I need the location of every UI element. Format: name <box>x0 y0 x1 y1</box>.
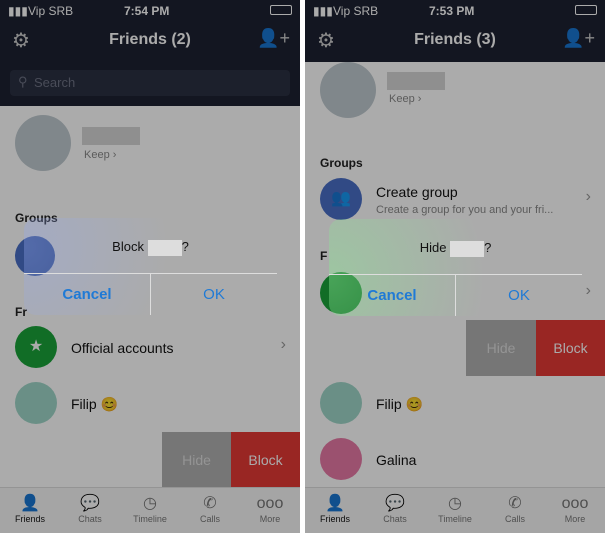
block-dialog: Block ? Cancel OK <box>24 218 277 315</box>
screen-block: ▮▮▮ Vip SRB 7:54 PM ⚙ Friends (2) 👤+ ⚲ S… <box>0 0 300 533</box>
ok-button[interactable]: OK <box>151 274 277 315</box>
blurred-name <box>450 240 485 257</box>
hide-dialog: Hide ? Cancel OK <box>329 219 582 316</box>
dialog-message: Hide ? <box>329 219 582 274</box>
ok-button[interactable]: OK <box>456 275 582 316</box>
cancel-button[interactable]: Cancel <box>329 275 456 316</box>
blurred-name <box>147 239 182 256</box>
dialog-suffix: ? <box>484 240 492 255</box>
dialog-suffix: ? <box>181 239 189 254</box>
dialog-prefix: Hide <box>419 240 447 255</box>
dialog-message: Block ? <box>24 218 277 273</box>
dialog-prefix: Block <box>112 239 144 254</box>
cancel-button[interactable]: Cancel <box>24 274 151 315</box>
screen-hide: ▮▮▮ Vip SRB 7:53 PM ⚙ Friends (3) 👤+ Kee… <box>305 0 605 533</box>
